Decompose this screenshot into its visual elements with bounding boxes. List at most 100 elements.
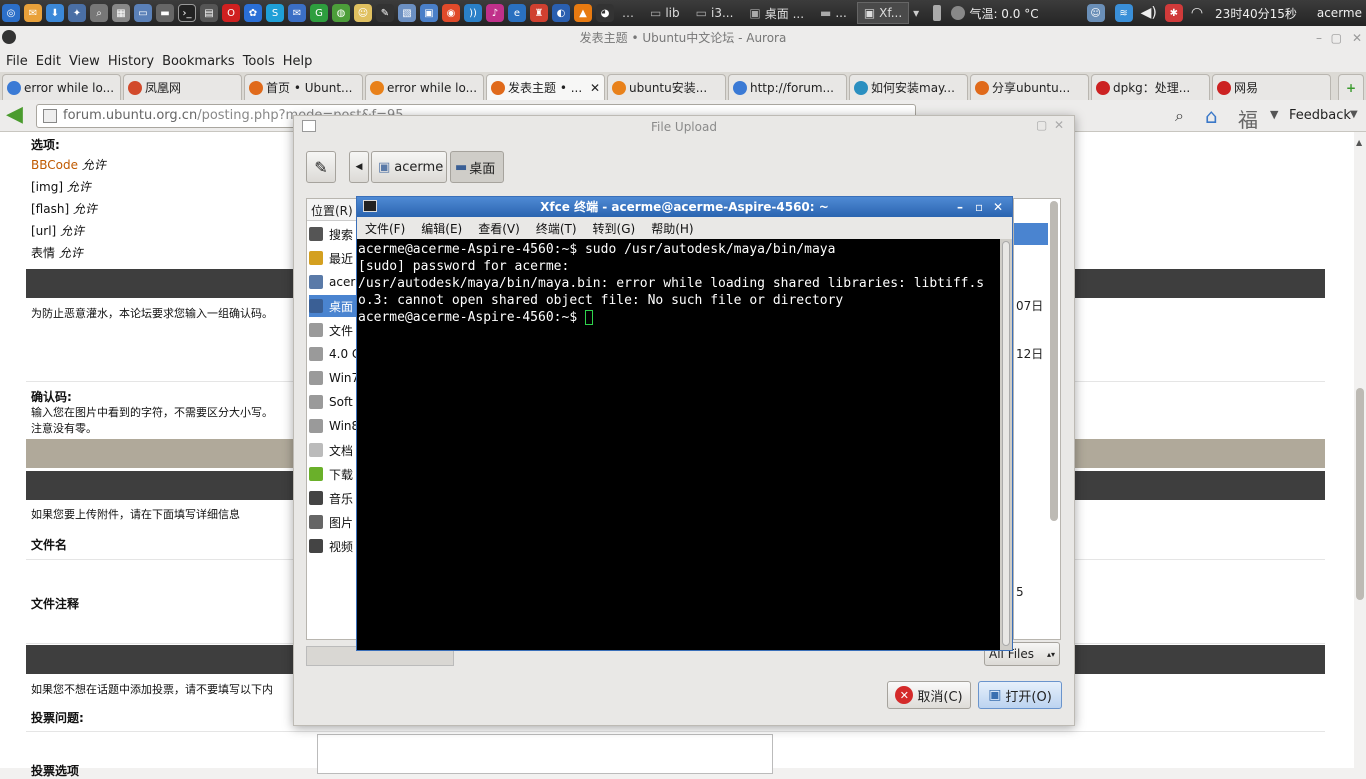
- terminal-output[interactable]: acerme@acerme-Aspire-4560:~$ sudo /usr/a…: [357, 239, 1000, 650]
- taskbar-desktop[interactable]: ▣ 桌面 ...: [743, 2, 810, 24]
- terminal-menu-terminal[interactable]: 终端(T): [536, 220, 577, 237]
- qq-icon[interactable]: ☺: [354, 4, 372, 22]
- more-launchers-icon[interactable]: …: [622, 6, 634, 20]
- chevron-down-icon[interactable]: ▼: [1270, 108, 1278, 121]
- minimize-icon[interactable]: –: [1316, 26, 1322, 50]
- menu-bookmarks[interactable]: Bookmarks: [162, 54, 235, 69]
- menu-file[interactable]: File: [6, 54, 28, 69]
- dialog-maximize-icon[interactable]: ▢: [1036, 118, 1047, 132]
- browser-tab[interactable]: dpkg：处理...: [1091, 74, 1210, 100]
- place-item[interactable]: 下载: [309, 463, 357, 485]
- place-item[interactable]: 文件: [309, 319, 357, 341]
- taskbar-terminal[interactable]: ▣ Xf...: [856, 2, 910, 24]
- gear-icon[interactable]: ✿: [244, 4, 262, 22]
- feedback-button[interactable]: Feedback: [1289, 108, 1351, 123]
- places-header[interactable]: 位置(R): [307, 199, 357, 221]
- tab-close-icon[interactable]: ✕: [590, 81, 600, 95]
- place-item[interactable]: 4.0 G: [309, 343, 357, 365]
- terminal-scrollbar[interactable]: [1000, 239, 1012, 650]
- browser-tab[interactable]: 分享ubuntu...: [970, 74, 1089, 100]
- place-item[interactable]: Soft: [309, 391, 357, 413]
- search-icon[interactable]: ⌕: [90, 4, 108, 22]
- weather-label[interactable]: 气温: 0.0 °C: [969, 5, 1038, 22]
- home-icon[interactable]: ⌂: [1205, 104, 1218, 128]
- terminal-close-icon[interactable]: ✕: [993, 197, 1003, 217]
- terminal-menu-view[interactable]: 查看(V): [478, 220, 520, 237]
- place-item[interactable]: Win8: [309, 415, 357, 437]
- app2-icon[interactable]: ♜: [530, 4, 548, 22]
- terminal-minimize-icon[interactable]: –: [957, 197, 963, 217]
- users-icon[interactable]: ☺: [1086, 4, 1105, 22]
- path-home-button[interactable]: ▣ acerme: [371, 151, 447, 183]
- ie-icon[interactable]: e: [508, 4, 526, 22]
- vlc-icon[interactable]: ▲: [574, 4, 592, 22]
- menu-edit[interactable]: Edit: [36, 54, 61, 69]
- wifi-icon[interactable]: ◠: [1191, 5, 1203, 21]
- menu-tools[interactable]: Tools: [243, 54, 275, 69]
- browser-tab[interactable]: 如何安装may...: [849, 74, 968, 100]
- music-icon[interactable]: ♪: [486, 4, 504, 22]
- g-icon[interactable]: G: [310, 4, 328, 22]
- terminal-menu-help[interactable]: 帮助(H): [651, 220, 693, 237]
- feed-icon[interactable]: )): [464, 4, 482, 22]
- browser-tab[interactable]: http://forum...: [728, 74, 847, 100]
- type-location-button[interactable]: ✎: [306, 151, 336, 183]
- download-icon[interactable]: ⬇: [46, 4, 64, 22]
- user-label[interactable]: acerme: [1317, 6, 1362, 20]
- scroll-up-icon[interactable]: ▲: [1356, 138, 1362, 147]
- trash-icon[interactable]: [933, 5, 942, 21]
- place-item[interactable]: 桌面: [309, 295, 357, 317]
- page-scrollbar[interactable]: ▲: [1354, 132, 1366, 768]
- taskbar-chevron-down-icon[interactable]: ▾: [913, 6, 919, 20]
- menu-history[interactable]: History: [108, 54, 154, 69]
- browser-tab[interactable]: ubuntu安装...: [607, 74, 726, 100]
- menu-icon[interactable]: ◎: [2, 4, 20, 22]
- skype-icon[interactable]: S: [266, 4, 284, 22]
- folder-icon[interactable]: ▭: [134, 4, 152, 22]
- feedback-chevron-icon[interactable]: ▼: [1350, 109, 1358, 120]
- terminal-maximize-icon[interactable]: ▫: [975, 197, 983, 217]
- back-arrow-icon[interactable]: ◀: [6, 104, 30, 127]
- clock-label[interactable]: 23时40分15秒: [1215, 5, 1297, 22]
- chat-icon[interactable]: ✉: [24, 4, 42, 22]
- network-icon[interactable]: ✦: [68, 4, 86, 22]
- place-item[interactable]: Win7: [309, 367, 357, 389]
- browser-tab[interactable]: error while lo...: [365, 74, 484, 100]
- terminal-menu-edit[interactable]: 编辑(E): [421, 220, 462, 237]
- place-item[interactable]: 图片: [309, 511, 357, 533]
- path-desktop-button[interactable]: ▬ 桌面: [450, 151, 504, 183]
- menu-view[interactable]: View: [69, 54, 100, 69]
- opera-icon[interactable]: O: [222, 4, 240, 22]
- browser-tab[interactable]: 网易: [1212, 74, 1331, 100]
- terminal-menu-goto[interactable]: 转到(G): [593, 220, 636, 237]
- window-icon[interactable]: ▬: [156, 4, 174, 22]
- terminal-menu-file[interactable]: 文件(F): [365, 220, 405, 237]
- close-icon[interactable]: ✕: [1352, 26, 1362, 50]
- dialog-close-icon[interactable]: ✕: [1054, 118, 1064, 132]
- taskbar-lib[interactable]: ▭ lib: [644, 2, 686, 24]
- place-item[interactable]: 搜索: [309, 223, 357, 245]
- new-tab-icon[interactable]: +: [1338, 74, 1364, 100]
- files-icon[interactable]: ▧: [398, 4, 416, 22]
- file-list-scrollbar[interactable]: [1050, 201, 1058, 521]
- image-viewer-icon[interactable]: ▦: [112, 4, 130, 22]
- firefox-icon[interactable]: ◕: [596, 4, 614, 22]
- terminal-icon[interactable]: ›_: [178, 4, 196, 22]
- file-manager-icon[interactable]: ▣: [420, 4, 438, 22]
- mail-icon[interactable]: ✉: [288, 4, 306, 22]
- sphere-icon[interactable]: ◐: [552, 4, 570, 22]
- browser-tab[interactable]: 首页 • Ubunt...: [244, 74, 363, 100]
- app-icon[interactable]: ✎: [376, 4, 394, 22]
- page-scrollbar-thumb[interactable]: [1356, 388, 1364, 600]
- terminal-scrollbar-thumb[interactable]: [1002, 241, 1010, 646]
- browser-tab[interactable]: 发表主题 • ... ✕: [486, 74, 605, 100]
- path-back-button[interactable]: ◀: [349, 151, 369, 183]
- selected-file-row[interactable]: [1014, 223, 1048, 245]
- bbcode-link[interactable]: BBCode: [31, 158, 78, 172]
- poll-options-textarea[interactable]: [317, 734, 773, 774]
- volume-icon[interactable]: ◀): [1141, 5, 1157, 21]
- place-item[interactable]: 文档: [309, 439, 357, 461]
- chrome-icon[interactable]: ◉: [442, 4, 460, 22]
- open-button[interactable]: ▣ 打开(O): [978, 681, 1062, 709]
- search-icon[interactable]: ⌕: [1175, 106, 1184, 126]
